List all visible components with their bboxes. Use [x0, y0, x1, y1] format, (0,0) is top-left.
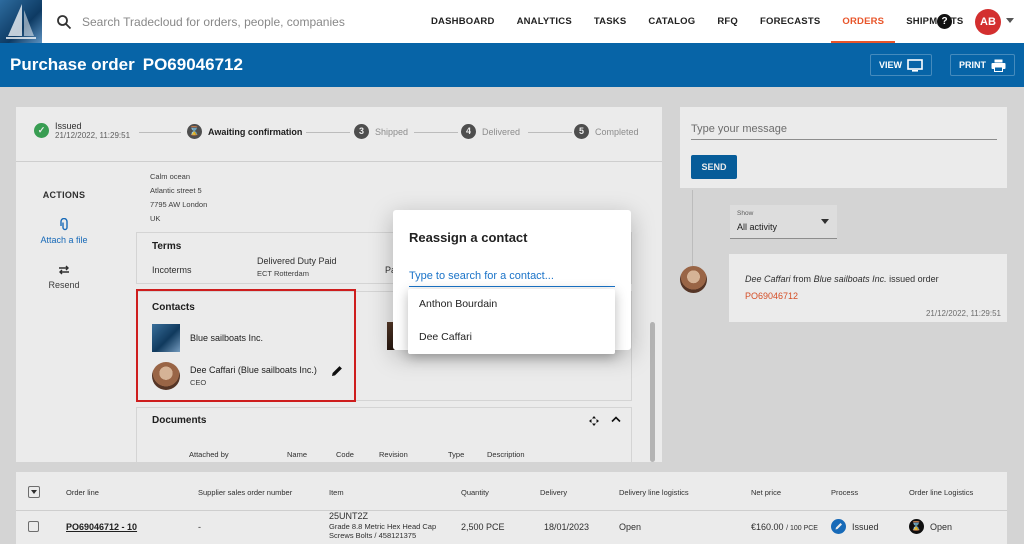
suggestion-item[interactable]: Dee Caffari: [419, 331, 472, 343]
nav-shipments[interactable]: SHIPMENTS: [895, 0, 974, 43]
contact-search-input[interactable]: [409, 270, 615, 287]
contact-suggestions-list: Anthon Bourdain Dee Caffari: [408, 289, 615, 354]
search-icon[interactable]: [56, 14, 72, 30]
print-button-label: PRINT: [959, 60, 986, 70]
nav-forecasts[interactable]: FORECASTS: [749, 0, 831, 43]
main-menu: DASHBOARD ANALYTICS TASKS CATALOG RFQ FO…: [420, 0, 974, 43]
page-title-text: Purchase order: [10, 55, 135, 74]
sailboat-logo-icon: [6, 4, 36, 39]
dialog-title: Reassign a contact: [409, 230, 528, 245]
nav-analytics[interactable]: ANALYTICS: [506, 0, 583, 43]
monitor-icon: [907, 58, 923, 72]
printer-icon: [991, 59, 1006, 72]
nav-tasks[interactable]: TASKS: [583, 0, 638, 43]
suggestion-item[interactable]: Anthon Bourdain: [419, 298, 497, 310]
po-number: PO69046712: [142, 55, 243, 74]
global-search-input[interactable]: [82, 14, 402, 29]
chevron-down-icon[interactable]: [1006, 18, 1014, 23]
page-header: Purchase order PO69046712 VIEW PRINT: [0, 43, 1024, 87]
page-title: Purchase order PO69046712: [10, 55, 243, 75]
tradecloud-logo[interactable]: [0, 0, 42, 43]
nav-rfq[interactable]: RFQ: [706, 0, 749, 43]
nav-dashboard[interactable]: DASHBOARD: [420, 0, 506, 43]
nav-orders[interactable]: ORDERS: [831, 0, 896, 43]
print-button[interactable]: PRINT: [950, 54, 1015, 76]
view-button[interactable]: VIEW: [870, 54, 933, 76]
top-navigation: DASHBOARD ANALYTICS TASKS CATALOG RFQ FO…: [0, 0, 1024, 43]
nav-catalog[interactable]: CATALOG: [637, 0, 706, 43]
view-button-label: VIEW: [879, 60, 903, 70]
user-avatar[interactable]: AB: [975, 9, 1001, 35]
help-icon[interactable]: ?: [937, 14, 952, 29]
